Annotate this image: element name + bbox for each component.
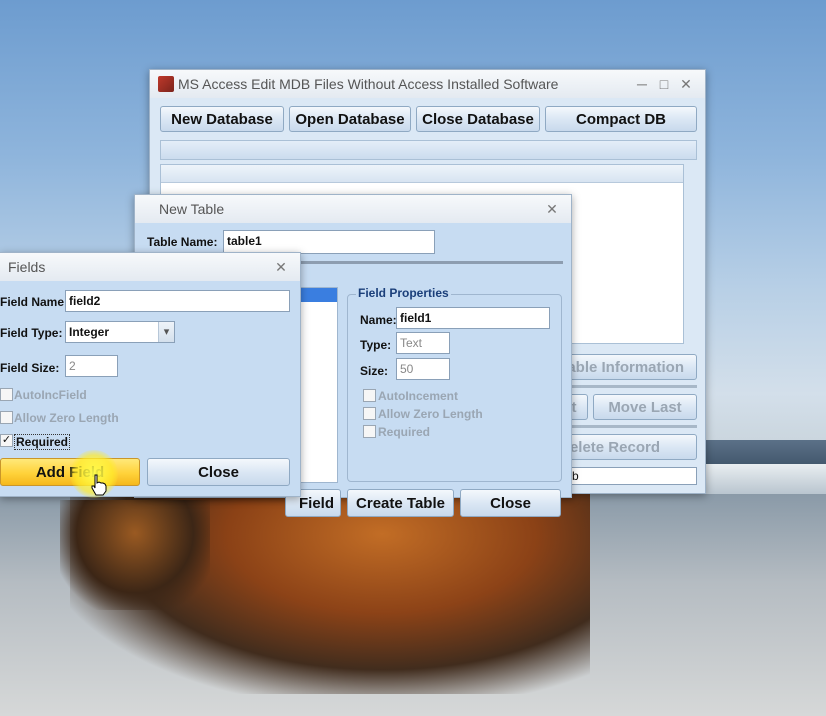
new-table-title: New Table	[159, 201, 225, 217]
prop-required-checkbox	[363, 425, 376, 438]
prop-size-input: 50	[396, 358, 450, 380]
tables-list-header	[161, 165, 683, 183]
compact-db-button[interactable]: Compact DB	[545, 106, 697, 132]
fields-body: Field Name: field2 Field Type: Integer ▾…	[0, 281, 300, 496]
table-divider	[295, 261, 563, 264]
prop-name-label: Name:	[360, 313, 397, 327]
prop-autoincrement-checkbox	[363, 389, 376, 402]
field-name-input[interactable]: field2	[65, 290, 290, 312]
new-table-titlebar[interactable]: New Table ✕	[135, 195, 571, 223]
prop-type-label: Type:	[360, 338, 392, 352]
maximize-icon[interactable]: □	[653, 76, 675, 92]
fields-titlebar[interactable]: Fields ✕	[0, 253, 300, 281]
delete-record-label: elete Record	[569, 438, 660, 456]
prop-allow-zero-length-label: Allow Zero Length	[378, 407, 483, 421]
table-name-label: Table Name:	[147, 235, 218, 249]
allow-zero-length-label: Allow Zero Length	[14, 411, 119, 425]
fields-close-icon[interactable]: ✕	[270, 259, 292, 276]
new-table-close-button[interactable]: Close	[460, 489, 561, 517]
main-titlebar[interactable]: MS Access Edit MDB Files Without Access …	[150, 70, 705, 98]
field-name-label: Field Name:	[0, 295, 69, 309]
allow-zero-length-checkbox[interactable]	[0, 411, 13, 424]
table-information-button[interactable]: able Information	[560, 354, 697, 380]
prop-required-label: Required	[378, 425, 431, 439]
create-table-button[interactable]: Create Table	[347, 489, 454, 517]
fields-window: Fields ✕ Field Name: field2 Field Type: …	[0, 252, 301, 497]
divider-line-2	[560, 425, 697, 428]
close-database-button[interactable]: Close Database	[416, 106, 540, 132]
prop-autoincrement-label: AutoIncement	[378, 389, 459, 403]
prop-allow-zero-length-checkbox	[363, 407, 376, 420]
autoinc-label: AutoIncField	[14, 388, 87, 402]
move-last-button[interactable]: Move Last	[593, 394, 697, 420]
table-name-input[interactable]: table1	[223, 230, 435, 254]
prop-type-input: Text	[396, 332, 450, 354]
field-type-select[interactable]: Integer ▾	[65, 321, 175, 343]
add-field-main-label: Field	[298, 494, 334, 512]
field-type-label: Field Type:	[0, 326, 63, 340]
fields-list[interactable]	[300, 287, 338, 483]
divider-line	[560, 385, 697, 388]
main-window-title: MS Access Edit MDB Files Without Access …	[178, 76, 559, 92]
minimize-icon[interactable]: ─	[631, 76, 653, 92]
table-information-label: able Information	[567, 358, 684, 376]
close-icon[interactable]: ✕	[675, 76, 697, 93]
fields-title: Fields	[8, 259, 46, 275]
field-properties-group: Field Properties Name: field1 Type: Text…	[347, 286, 562, 482]
fields-close-button[interactable]: Close	[147, 458, 290, 486]
new-database-button[interactable]: New Database	[160, 106, 284, 132]
new-table-close-icon[interactable]: ✕	[541, 201, 563, 218]
autoinc-checkbox[interactable]	[0, 388, 13, 401]
required-label: Required	[14, 434, 71, 450]
previous-record-label: t	[571, 398, 577, 416]
field-size-label: Field Size:	[0, 361, 60, 375]
fields-list-selected-row[interactable]	[301, 288, 337, 302]
required-checkbox[interactable]: ✓	[0, 434, 13, 447]
tables-panel	[160, 140, 697, 160]
field-properties-title: Field Properties	[356, 286, 451, 300]
prop-name-input[interactable]: field1	[396, 307, 550, 329]
status-field[interactable]: b	[568, 467, 697, 485]
chevron-down-icon[interactable]: ▾	[158, 322, 174, 342]
app-icon	[158, 76, 174, 92]
desktop-reflection-left	[60, 500, 210, 610]
delete-record-button[interactable]: elete Record	[560, 434, 697, 460]
hand-cursor-icon	[91, 474, 107, 496]
field-size-input[interactable]: 2	[65, 355, 118, 377]
field-type-value: Integer	[69, 325, 110, 339]
prop-size-label: Size:	[360, 364, 389, 378]
open-database-button[interactable]: Open Database	[289, 106, 411, 132]
